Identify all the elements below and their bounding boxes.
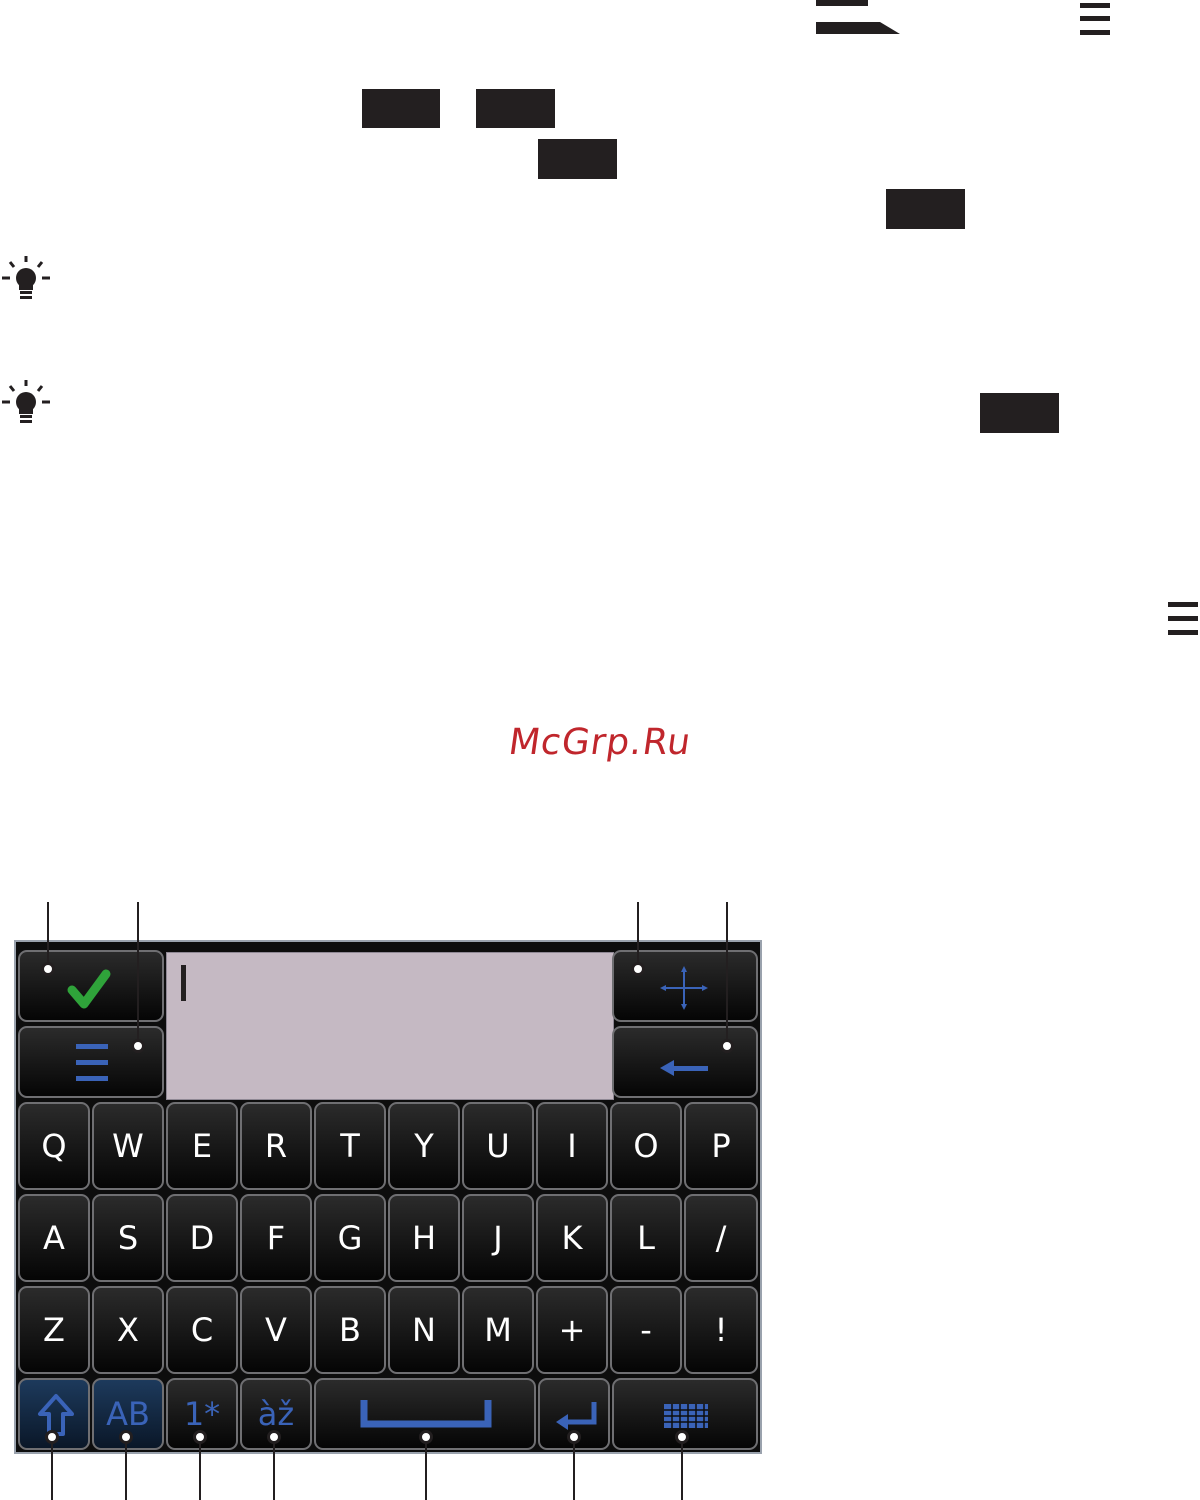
key-placeholder [538,139,617,179]
key-w[interactable]: W [92,1102,164,1190]
key-minus[interactable]: - [610,1286,682,1374]
callout-dot [119,1430,133,1444]
key-x[interactable]: X [92,1286,164,1374]
dial-bars-icon [816,0,902,36]
key-placeholder [476,89,555,128]
callout-dot [131,1039,145,1053]
text-cursor [181,965,186,1001]
key-placeholder [886,189,965,229]
key-y[interactable]: Y [388,1102,460,1190]
key-n[interactable]: N [388,1286,460,1374]
menu-icon [76,1044,108,1081]
checkmark-icon [67,969,111,1009]
lightbulb-icon [0,380,52,428]
key-plus[interactable]: + [536,1286,608,1374]
key-exclamation[interactable]: ! [684,1286,758,1374]
menu-icon [1168,602,1198,636]
callout-dot [720,1039,734,1053]
key-p[interactable]: P [684,1102,758,1190]
callout-line [47,902,49,968]
key-i[interactable]: I [536,1102,608,1190]
watermark: McGrp.Ru [506,722,694,763]
key-u[interactable]: U [462,1102,534,1190]
callout-line [637,902,639,968]
callout-line [51,1438,53,1500]
key-v[interactable]: V [240,1286,312,1374]
key-r[interactable]: R [240,1102,312,1190]
key-s[interactable]: S [92,1194,164,1282]
key-e[interactable]: E [166,1102,238,1190]
key-t[interactable]: T [314,1102,386,1190]
on-screen-keyboard: Q W E R T Y U I O P A S D F G H J K L / … [14,940,762,1454]
callout-line [726,902,728,1042]
key-m[interactable]: M [462,1286,534,1374]
callout-dot [45,1430,59,1444]
callout-dot [419,1430,433,1444]
key-c[interactable]: C [166,1286,238,1374]
backspace-arrow-icon [660,1060,708,1076]
key-placeholder [362,89,440,128]
key-l[interactable]: L [610,1194,682,1282]
lightbulb-icon [0,256,52,304]
key-z[interactable]: Z [18,1286,90,1374]
backspace-button[interactable] [612,1026,758,1098]
key-g[interactable]: G [314,1194,386,1282]
callout-line [425,1438,427,1500]
key-placeholder [980,393,1059,433]
key-q[interactable]: Q [18,1102,90,1190]
callout-line [199,1438,201,1500]
callout-line [273,1438,275,1500]
callout-line [125,1438,127,1500]
callout-dot [193,1430,207,1444]
callout-line [573,1438,575,1500]
menu-icon [1080,0,1110,36]
callout-dot [41,962,55,976]
key-h[interactable]: H [388,1194,460,1282]
callout-dot [675,1430,689,1444]
key-b[interactable]: B [314,1286,386,1374]
callout-dot [631,962,645,976]
key-d[interactable]: D [166,1194,238,1282]
text-input-area[interactable] [166,952,614,1100]
key-o[interactable]: O [610,1102,682,1190]
key-f[interactable]: F [240,1194,312,1282]
menu-button[interactable] [18,1026,164,1098]
callout-dot [267,1430,281,1444]
key-slash[interactable]: / [684,1194,758,1282]
callout-line [137,902,139,1042]
key-a[interactable]: A [18,1194,90,1282]
callout-line [681,1438,683,1500]
key-j[interactable]: J [462,1194,534,1282]
callout-dot [567,1430,581,1444]
confirm-button[interactable] [18,950,164,1022]
key-k[interactable]: K [536,1194,608,1282]
move-keyboard-button[interactable] [612,950,758,1022]
